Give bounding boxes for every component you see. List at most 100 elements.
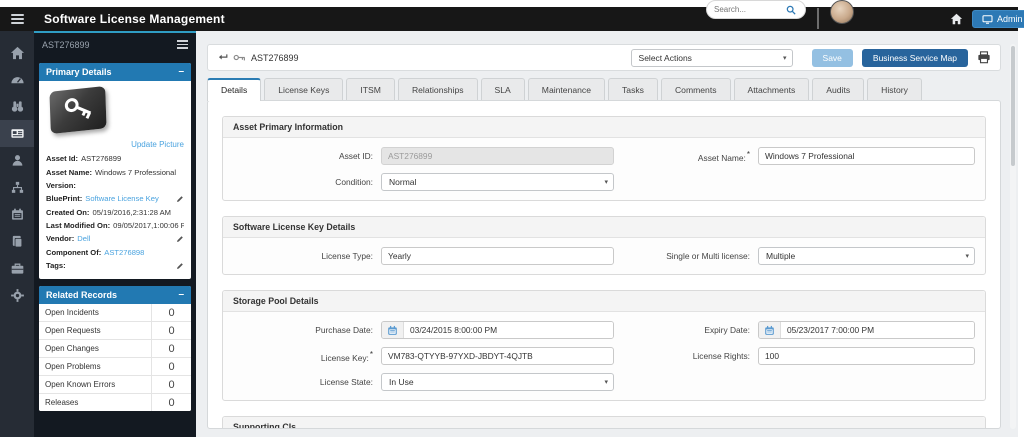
supporting-cis-section: Supporting CIs Microsoft Windows 7 Profe… — [222, 416, 986, 429]
rail-home-icon[interactable] — [0, 39, 34, 66]
app-title: Software License Management — [44, 12, 225, 26]
tab-sla[interactable]: SLA — [481, 78, 525, 100]
primary-details-header: Primary Details – — [39, 63, 191, 81]
multi-license-label: Single or Multi license: — [622, 251, 750, 261]
asset-picture — [49, 86, 106, 134]
tab-attachments[interactable]: Attachments — [734, 78, 810, 100]
icon-rail — [0, 31, 34, 437]
related-record-row: Open Incidents 0 — [39, 304, 191, 322]
collapse-icon[interactable]: – — [178, 69, 184, 75]
chevron-down-icon: ▾ — [604, 378, 608, 386]
rail-settings-icon[interactable] — [0, 282, 34, 309]
releases-count: 0 — [151, 394, 191, 411]
license-state-label: License State: — [233, 377, 373, 387]
license-state-select[interactable]: In Use ▾ — [381, 373, 614, 391]
open-changes-count: 0 — [151, 340, 191, 357]
expiry-date-field — [758, 321, 975, 339]
panel-menu-icon[interactable] — [177, 40, 188, 48]
license-type-label: License Type: — [233, 251, 373, 261]
edit-icon[interactable] — [176, 235, 184, 243]
topbar-divider — [817, 8, 819, 29]
license-type-input[interactable] — [381, 247, 614, 265]
details-tab-panel: Asset Primary Information Asset ID: Asse… — [207, 100, 1001, 429]
scrollbar[interactable] — [1010, 44, 1016, 429]
license-key-input[interactable] — [381, 347, 614, 365]
calendar-icon[interactable] — [759, 322, 781, 338]
tab-details[interactable]: Details — [207, 78, 261, 101]
tab-license-keys[interactable]: License Keys — [264, 78, 343, 100]
expiry-date-input[interactable] — [781, 322, 974, 338]
update-picture-link[interactable]: Update Picture — [131, 140, 184, 149]
expiry-date-label: Expiry Date: — [622, 325, 750, 335]
asset-name-input[interactable] — [758, 147, 975, 165]
field-asset-name: Asset Name: Windows 7 Professional — [46, 165, 184, 178]
open-known-errors-count: 0 — [151, 376, 191, 393]
tab-tasks[interactable]: Tasks — [608, 78, 658, 100]
purchase-date-input[interactable] — [404, 322, 613, 338]
multi-license-select[interactable]: Multiple ▾ — [758, 247, 975, 265]
open-changes-link[interactable]: Open Changes — [39, 340, 151, 357]
field-version: Version: — [46, 179, 184, 192]
rail-asset-card-icon[interactable] — [0, 120, 34, 147]
open-requests-count: 0 — [151, 322, 191, 339]
key-icon — [233, 53, 246, 62]
rail-calendar-icon[interactable] — [0, 201, 34, 228]
vendor-link[interactable]: Dell — [77, 234, 90, 243]
related-record-row: Open Requests 0 — [39, 322, 191, 340]
related-record-row: Releases 0 — [39, 394, 191, 411]
section-title: Software License Key Details — [223, 217, 985, 238]
admin-button[interactable]: Admin — [972, 10, 1024, 28]
rail-documents-icon[interactable] — [0, 228, 34, 255]
purchase-date-field — [381, 321, 614, 339]
open-problems-link[interactable]: Open Problems — [39, 358, 151, 375]
rail-dashboard-icon[interactable] — [0, 66, 34, 93]
main-content: AST276899 Select Actions ▾ Save Business… — [196, 31, 1018, 437]
rail-org-chart-icon[interactable] — [0, 174, 34, 201]
blueprint-link[interactable]: Software License Key — [85, 194, 158, 203]
user-avatar[interactable] — [830, 0, 854, 24]
field-asset-id: Asset Id: AST276899 — [46, 152, 184, 165]
open-requests-link[interactable]: Open Requests — [39, 322, 151, 339]
edit-icon[interactable] — [176, 262, 184, 270]
search-input[interactable] — [714, 5, 786, 14]
back-icon[interactable] — [217, 53, 228, 62]
tab-relationships[interactable]: Relationships — [398, 78, 478, 100]
tab-itsm[interactable]: ITSM — [346, 78, 395, 100]
related-record-row: Open Changes 0 — [39, 340, 191, 358]
rail-briefcase-icon[interactable] — [0, 255, 34, 282]
select-actions-dropdown[interactable]: Select Actions ▾ — [631, 49, 793, 67]
open-incidents-link[interactable]: Open Incidents — [39, 304, 151, 321]
calendar-icon[interactable] — [382, 322, 404, 338]
license-rights-label: License Rights: — [622, 351, 750, 361]
print-icon[interactable] — [977, 51, 991, 64]
tab-comments[interactable]: Comments — [661, 78, 731, 100]
save-button[interactable]: Save — [812, 49, 853, 67]
releases-link[interactable]: Releases — [39, 394, 151, 411]
edit-icon[interactable] — [176, 195, 184, 203]
asset-id-heading: AST276899 — [42, 40, 90, 50]
left-panel: AST276899 Primary Details – Update Pictu… — [34, 31, 196, 437]
tab-history[interactable]: History — [867, 78, 922, 100]
search-icon[interactable] — [786, 5, 796, 15]
tab-bar: Details License Keys ITSM Relationships … — [207, 78, 922, 100]
field-tags: Tags: — [46, 259, 184, 272]
home-icon[interactable] — [950, 12, 963, 30]
select-actions-value: Select Actions — [639, 53, 692, 63]
global-search[interactable] — [706, 0, 806, 19]
collapse-icon[interactable]: – — [178, 292, 184, 298]
condition-select[interactable]: Normal ▾ — [381, 173, 614, 191]
rail-search-assets-icon[interactable] — [0, 93, 34, 120]
rail-users-icon[interactable] — [0, 147, 34, 174]
asset-id-label: Asset ID: — [233, 151, 373, 161]
purchase-date-label: Purchase Date: — [233, 325, 373, 335]
related-records-title: Related Records — [46, 290, 117, 300]
open-known-errors-link[interactable]: Open Known Errors — [39, 376, 151, 393]
license-rights-input[interactable] — [758, 347, 975, 365]
business-service-map-button[interactable]: Business Service Map — [862, 49, 968, 67]
menu-icon[interactable] — [0, 7, 34, 31]
tab-maintenance[interactable]: Maintenance — [528, 78, 605, 100]
component-of-link[interactable]: AST276898 — [104, 248, 144, 257]
tab-audits[interactable]: Audits — [812, 78, 864, 100]
primary-details-title: Primary Details — [46, 67, 112, 77]
scrollbar-thumb[interactable] — [1011, 46, 1015, 166]
